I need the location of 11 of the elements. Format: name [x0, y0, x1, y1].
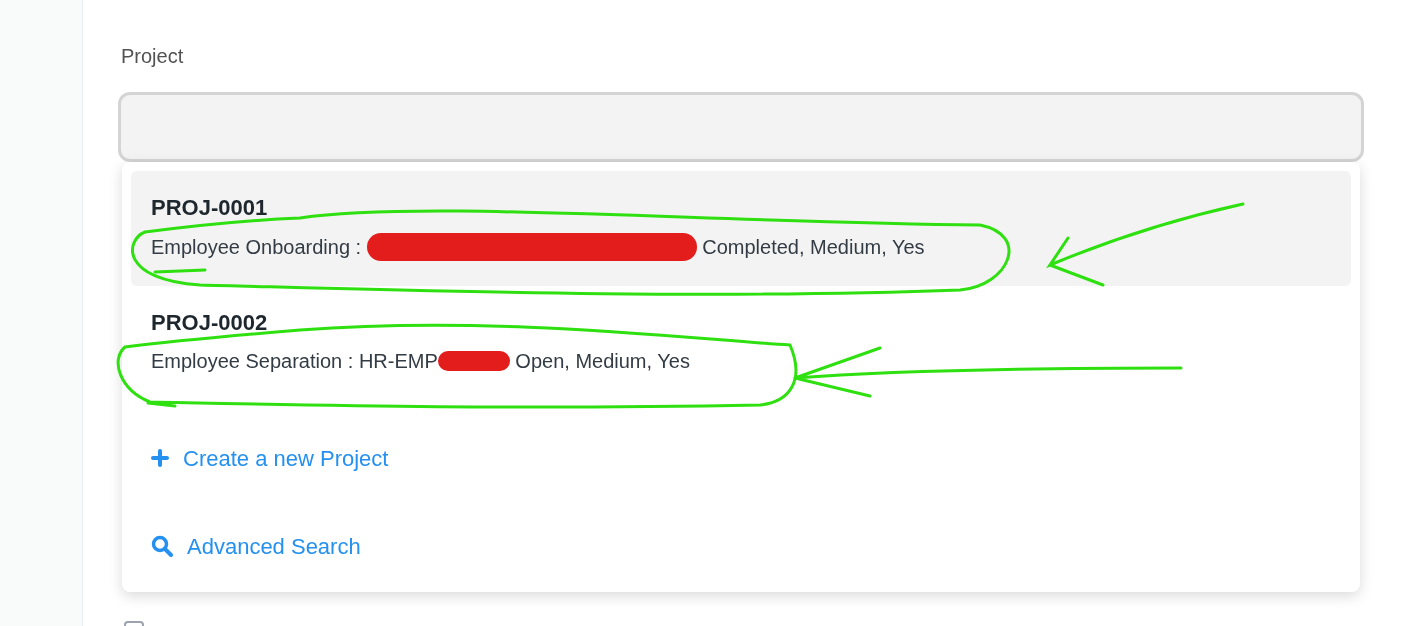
project-details: Completed, Medium, Yes: [701, 235, 925, 260]
project-field[interactable]: [118, 92, 1364, 162]
project-id: PROJ-0002: [151, 310, 269, 336]
project-details: Open, Medium, Yes: [514, 349, 690, 374]
project-id: PROJ-0001: [151, 195, 269, 221]
project-details: Employee Onboarding :: [151, 235, 363, 260]
field-label: Project: [121, 44, 185, 68]
search-icon: [151, 535, 173, 557]
dropdown-item[interactable]: PROJ-0001 Employee Onboarding : Completed, Medium, Yes: [131, 171, 1351, 286]
plus-icon: [151, 449, 169, 467]
project-details: Employee Separation : HR-EMP: [151, 349, 438, 374]
